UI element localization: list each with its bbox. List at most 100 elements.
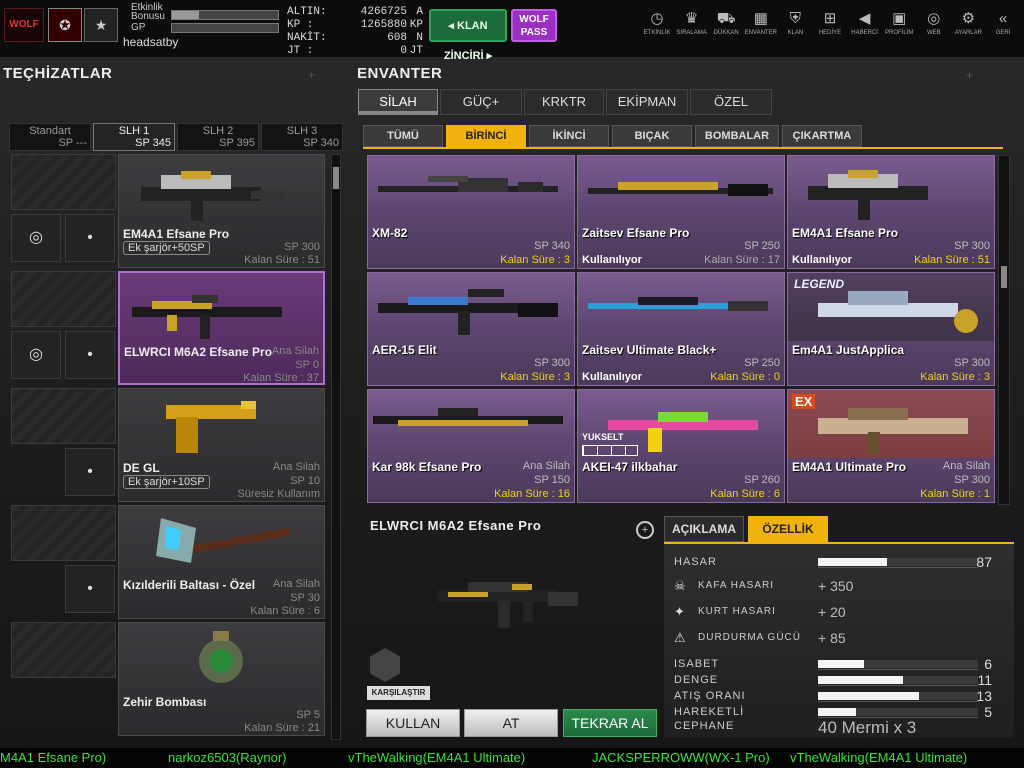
slot-sp: SP 340 — [303, 137, 339, 149]
nav-clock[interactable]: ◷ ETKİNLİK — [640, 8, 674, 36]
stat-fill — [818, 692, 919, 700]
stat-bar — [818, 558, 978, 566]
item-sp: SP 150 — [534, 474, 570, 486]
tab-krktr[interactable]: KRKTR — [524, 89, 604, 115]
equipment-slot: Ana Silah — [272, 578, 320, 590]
inventory-item[interactable]: EX EM4A1 Ultimate Pro Ana Silah SP 300 Kalan… — [787, 389, 995, 503]
item-sp: SP 340 — [534, 240, 570, 252]
wolf-icon: ✦ — [674, 604, 685, 619]
nav-profile[interactable]: ▣ PROFİLİM — [882, 8, 916, 36]
stop-power-icon: ⚠ — [674, 630, 686, 645]
subtab[interactable]: BİRİNCİ — [446, 125, 526, 147]
reload-icon[interactable]: ◎ — [11, 331, 61, 379]
weapon-stats-panel: HASAR 87 ISABET 6 DENGE 11 ATIŞ ORANI 13 HAREKET… — [664, 542, 1014, 738]
scroll-thumb[interactable] — [1001, 266, 1007, 288]
tab-silah[interactable]: SİLAH — [358, 89, 438, 115]
item-name: EM4A1 Ultimate Pro — [792, 460, 907, 474]
inventory-tabs: SİLAH GÜÇ+ KRKTR EKİPMAN ÖZEL — [358, 89, 772, 115]
currency-label: KP : — [287, 19, 314, 31]
ammo-label: CEPHANE — [674, 720, 735, 732]
item-name: Zaitsev Ultimate Black+ — [582, 343, 717, 357]
equipment-card[interactable]: Zehir Bombası SP 5 Kalan Süre : 21 — [118, 622, 325, 736]
subtab[interactable]: İKİNCİ — [529, 125, 609, 147]
loadout-slot[interactable]: SLH 3 SP 340 — [261, 123, 343, 151]
username: headsatby — [123, 35, 179, 49]
currency-row: NAKİT: 608 N — [287, 32, 423, 45]
nav-globe[interactable]: ◎ WEB — [917, 8, 951, 36]
selected-weapon-image — [438, 582, 578, 628]
empty-slot-box[interactable] — [11, 622, 116, 678]
empty-slot-box[interactable] — [11, 388, 116, 444]
renew-button[interactable]: TEKRAR AL — [563, 709, 657, 737]
nav-ranking[interactable]: ♛ SIRALAMA — [675, 8, 709, 36]
use-button[interactable]: KULLAN — [366, 709, 460, 737]
loadout-slot[interactable]: SLH 2 SP 395 — [177, 123, 259, 151]
slot-dot-button[interactable]: • — [65, 448, 115, 496]
equipment-time: Kalan Süre : 6 — [250, 605, 320, 617]
nav-label: AYARLAR — [954, 30, 982, 36]
slot-dot-button[interactable]: • — [65, 565, 115, 613]
bonus-label: DURDURMA GÜCÜ — [698, 632, 801, 643]
nav-gear[interactable]: ⚙ AYARLAR — [951, 8, 985, 36]
inventory-item[interactable]: XM-82 SP 340 Kalan Süre : 3 — [367, 155, 575, 269]
equipment-card[interactable]: Kızılderili Baltası - Özel Ana Silah SP 30… — [118, 505, 325, 619]
stat-bar — [818, 692, 978, 700]
inventory-item[interactable]: Zaitsev Efsane Pro SP 250 Kullanılıyor Kala… — [577, 155, 785, 269]
scroll-thumb[interactable] — [333, 167, 339, 189]
slot-dot-button[interactable]: • — [65, 214, 115, 262]
subtab[interactable]: BIÇAK — [612, 125, 692, 147]
detail-tab[interactable]: AÇIKLAMA — [664, 516, 744, 542]
inventory-scrollbar[interactable] — [998, 155, 1010, 505]
loadout-slot[interactable]: Standart SP --- — [9, 123, 91, 151]
wolf-pass-button[interactable]: WOLF PASS — [511, 9, 557, 42]
empty-slot-box[interactable] — [11, 154, 116, 210]
subtab[interactable]: TÜMÜ — [363, 125, 443, 147]
bonus-row: ☠ KAFA HASARI + 350 — [674, 578, 1014, 596]
inventory-item[interactable]: EM4A1 Efsane Pro SP 300 Kullanılıyor Kalan … — [787, 155, 995, 269]
equipment-card[interactable]: DE GL Ana Silah SP 10 Ek şarjör+10SP Süresiz… — [118, 388, 325, 502]
ammo-value: 40 Mermi x 3 — [818, 718, 917, 737]
nav-inventory[interactable]: ▦ ENVANTER — [744, 8, 778, 36]
currency-unit: N — [416, 32, 423, 44]
equipment-time: Kalan Süre : 37 — [243, 372, 319, 384]
inventory-item[interactable]: Kar 98k Efsane Pro Ana Silah SP 150 Kalan S… — [367, 389, 575, 503]
logo-text: WOLF — [9, 19, 39, 30]
drop-button[interactable]: AT — [464, 709, 558, 737]
inventory-item[interactable]: LEGEND Em4A1 JustApplica SP 300 Kalan Süre … — [787, 272, 995, 386]
klan-chain-button[interactable]: ◂ KLAN ZİNCİRİ ▸ — [429, 9, 507, 62]
stat-label: HASAR — [674, 556, 717, 568]
inventory-item[interactable]: AER-15 Elit SP 300 Kalan Süre : 3 — [367, 272, 575, 386]
weapon-image — [156, 518, 291, 563]
stat-track — [818, 685, 978, 686]
empty-slot-box[interactable] — [11, 505, 116, 561]
equipment-card[interactable]: EM4A1 Efsane Pro SP 300 Ek şarjör+50SP Kala… — [118, 154, 325, 268]
reload-icon[interactable]: ◎ — [11, 214, 61, 262]
inventory-item[interactable]: YUKSELT AKEI-47 ilkbahar SP 260 Kalan Süre … — [577, 389, 785, 503]
nav-back[interactable]: « GERİ — [986, 8, 1020, 36]
tab-ozel[interactable]: ÖZEL — [690, 89, 772, 115]
subtab[interactable]: ÇIKARTMA — [782, 125, 862, 147]
nav-shield[interactable]: ⛨ KLAN — [778, 8, 812, 36]
slot-dot-button[interactable]: • — [65, 331, 115, 379]
equipment-sp: SP 30 — [290, 592, 320, 604]
equipment-card[interactable]: ELWRCI M6A2 Efsane Pro Ana Silah SP 0 Kalan… — [118, 271, 325, 385]
detail-tab[interactable]: ÖZELLİK — [748, 516, 828, 542]
plus-mark: + — [966, 68, 974, 82]
subtab[interactable]: BOMBALAR — [695, 125, 779, 147]
equipment-name: DE GL — [123, 461, 160, 475]
equipment-scrollbar[interactable] — [331, 154, 341, 740]
compare-button[interactable]: KARŞILAŞTIR — [367, 686, 430, 700]
nav-cart[interactable]: ⛟ DÜKKAN — [709, 8, 743, 36]
nav-gift[interactable]: ⊞ HEDİYE — [813, 8, 847, 36]
zoom-icon[interactable]: + — [636, 521, 654, 539]
weapon-image — [788, 390, 994, 458]
equipment-time: Süresiz Kullanım — [237, 488, 320, 500]
tab-guc[interactable]: GÜÇ+ — [440, 89, 522, 115]
loadout-slot[interactable]: SLH 1 SP 345 — [93, 123, 175, 151]
item-slot: Ana Silah — [942, 460, 990, 472]
inventory-item[interactable]: Zaitsev Ultimate Black+ SP 250 Kullanılıyo… — [577, 272, 785, 386]
nav-megaphone[interactable]: ◀ HABERCİ — [848, 8, 882, 36]
stat-value: 11 — [977, 672, 992, 688]
empty-slot-box[interactable] — [11, 271, 116, 327]
tab-ekipman[interactable]: EKİPMAN — [606, 89, 688, 115]
